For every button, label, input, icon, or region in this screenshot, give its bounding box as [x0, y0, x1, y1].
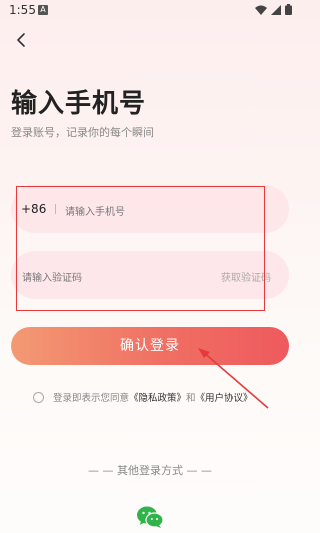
verification-code-field[interactable]: 请输入验证码 获取验证码	[11, 251, 289, 299]
agreement-prefix: 登录即表示您同意	[53, 393, 130, 404]
agreement-checkbox[interactable]	[33, 391, 44, 403]
status-time: 1:55	[9, 3, 36, 17]
wifi-icon	[255, 5, 267, 15]
confirm-login-button[interactable]: 确认登录	[11, 327, 289, 365]
get-code-button[interactable]: 获取验证码	[221, 269, 271, 284]
divider	[55, 204, 56, 214]
phone-input[interactable]: 请输入手机号	[65, 203, 125, 218]
cell-signal-icon	[271, 4, 281, 15]
agreement-row: 登录即表示您同意 《隐私政策》 和 《用户协议》	[33, 390, 253, 404]
notification-icon: A	[38, 5, 48, 15]
status-icons	[255, 4, 292, 15]
back-arrow-icon[interactable]	[14, 30, 30, 50]
status-bar: 1:55 A	[0, 0, 300, 22]
battery-icon	[285, 4, 292, 15]
agreement-and: 和	[186, 393, 196, 404]
privacy-policy-link[interactable]: 《隐私政策》	[129, 390, 186, 404]
code-input[interactable]: 请输入验证码	[22, 269, 82, 284]
user-agreement-link[interactable]: 《用户协议》	[196, 390, 253, 404]
page-subtitle: 登录账号，记录你的每个瞬间	[11, 126, 154, 139]
phone-field[interactable]: +86 请输入手机号	[11, 185, 289, 233]
page-title: 输入手机号	[11, 89, 147, 119]
country-code-selector[interactable]: +86	[21, 202, 46, 216]
other-login-label: — — 其他登录方式 — —	[88, 464, 212, 477]
wechat-icon[interactable]	[136, 505, 164, 529]
